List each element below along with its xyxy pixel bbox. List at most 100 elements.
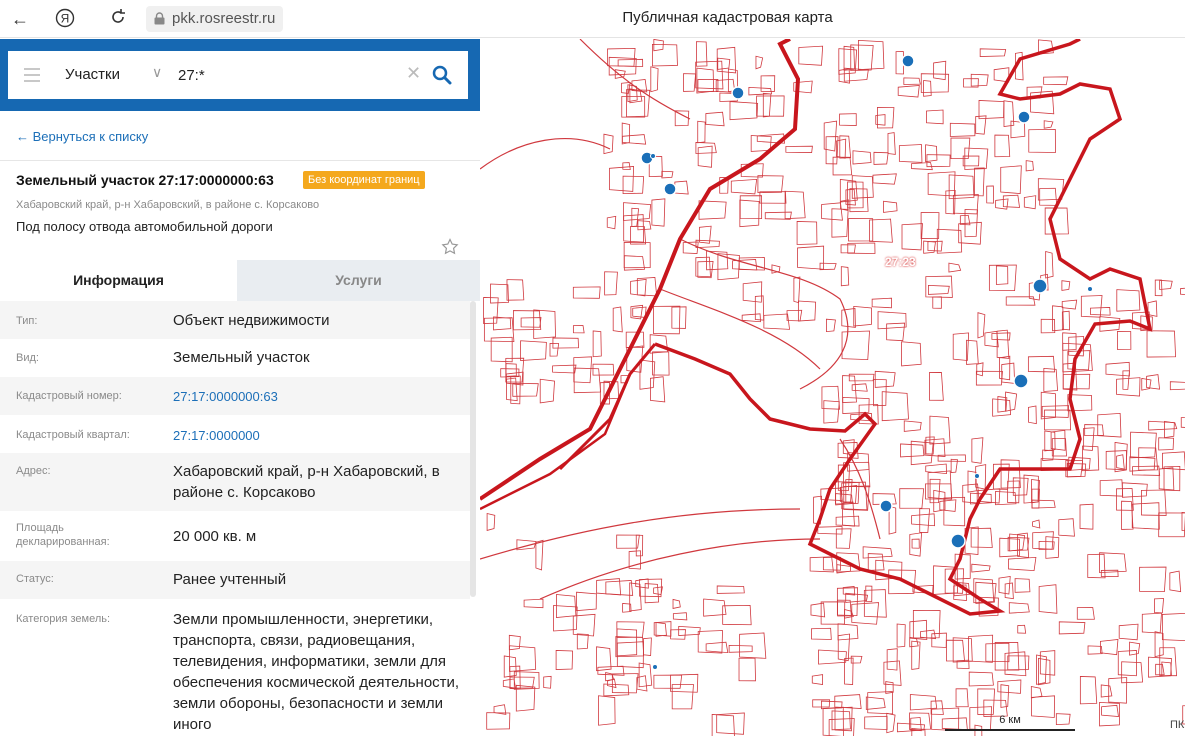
- parcel-outline[interactable]: [920, 73, 950, 93]
- parcel-outline[interactable]: [1025, 160, 1034, 172]
- parcel-outline[interactable]: [851, 602, 880, 625]
- parcel-outline[interactable]: [911, 538, 920, 549]
- parcel-outline[interactable]: [798, 45, 824, 66]
- parcel-outline[interactable]: [933, 60, 947, 81]
- map-marker[interactable]: [1087, 286, 1093, 292]
- parcel-outline[interactable]: [979, 48, 1007, 57]
- parcel-outline[interactable]: [971, 437, 984, 464]
- parcel-outline[interactable]: [672, 598, 681, 609]
- parcel-outline[interactable]: [998, 575, 1011, 595]
- parcel-outline[interactable]: [920, 629, 937, 640]
- map-canvas[interactable]: [480, 39, 1185, 736]
- parcel-outline[interactable]: [948, 262, 962, 273]
- info-scrollbar[interactable]: [470, 301, 478, 601]
- parcel-outline[interactable]: [810, 602, 826, 618]
- parcel-outline[interactable]: [716, 712, 745, 735]
- parcel-outline[interactable]: [841, 330, 870, 361]
- parcel-outline[interactable]: [553, 605, 578, 632]
- parcel-outline[interactable]: [573, 367, 602, 394]
- map-markers[interactable]: [640, 54, 1093, 670]
- parcel-outline[interactable]: [949, 122, 976, 137]
- parcel-outline[interactable]: [742, 281, 763, 303]
- parcel-outline[interactable]: [649, 376, 666, 403]
- parcel-outline[interactable]: [831, 208, 849, 238]
- parcel-outline[interactable]: [705, 641, 729, 654]
- tab-services[interactable]: Услуги: [237, 260, 480, 301]
- parcel-outline[interactable]: [1002, 194, 1021, 208]
- parcel-outline[interactable]: [1000, 165, 1022, 195]
- parcel-outline[interactable]: [1044, 409, 1072, 431]
- parcel-outline[interactable]: [932, 296, 942, 309]
- parcel-outline[interactable]: [796, 221, 818, 245]
- parcel-outline[interactable]: [539, 378, 555, 404]
- parcel-outline[interactable]: [1148, 420, 1178, 431]
- parcel-outline[interactable]: [886, 712, 896, 734]
- parcel-outline[interactable]: [506, 279, 525, 301]
- parcel-outline[interactable]: [622, 134, 647, 145]
- parcel-outline[interactable]: [820, 487, 843, 501]
- parcel-outline[interactable]: [1139, 566, 1167, 593]
- parcel-outline[interactable]: [1179, 287, 1185, 296]
- parcel-outline[interactable]: [985, 642, 1010, 663]
- parcel-outline[interactable]: [592, 330, 602, 358]
- map-marker[interactable]: [1013, 373, 1029, 389]
- parcel-outline[interactable]: [1003, 100, 1015, 127]
- parcel-outline[interactable]: [717, 57, 731, 70]
- parcel-outline[interactable]: [1028, 405, 1037, 425]
- parcel-outline[interactable]: [939, 499, 957, 512]
- parcel-outline[interactable]: [819, 262, 837, 271]
- parcel-outline[interactable]: [1100, 684, 1113, 698]
- parcel-outline[interactable]: [923, 80, 932, 97]
- parcel-outline[interactable]: [1117, 330, 1132, 350]
- menu-icon[interactable]: [24, 68, 40, 82]
- parcel-outline[interactable]: [851, 383, 868, 392]
- parcel-outline[interactable]: [1000, 684, 1010, 708]
- parcel-outline[interactable]: [759, 191, 787, 204]
- parcel-outline[interactable]: [605, 580, 634, 596]
- parcel-outline[interactable]: [533, 309, 556, 339]
- parcel-outline[interactable]: [592, 363, 615, 376]
- parcel-outline[interactable]: [716, 585, 745, 594]
- parcel-outline[interactable]: [837, 633, 851, 662]
- parcel-outline[interactable]: [502, 678, 517, 689]
- parcel-outline[interactable]: [1039, 650, 1056, 676]
- parcel-outline[interactable]: [1001, 362, 1016, 384]
- parcel-outline[interactable]: [1076, 607, 1095, 620]
- parcel-outline[interactable]: [552, 364, 577, 374]
- parcel-outline[interactable]: [955, 688, 969, 708]
- parcel-outline[interactable]: [508, 634, 521, 651]
- cadastral-number-link[interactable]: 27:17:0000000:63: [173, 386, 463, 407]
- parcel-outline[interactable]: [903, 420, 922, 432]
- parcel-outline[interactable]: [867, 553, 885, 571]
- star-icon[interactable]: [441, 238, 459, 256]
- parcel-outline[interactable]: [755, 55, 764, 70]
- parcel-outline[interactable]: [697, 145, 713, 168]
- parcel-outline[interactable]: [909, 694, 938, 711]
- parcel-outline[interactable]: [1099, 639, 1119, 656]
- parcel-outline[interactable]: [729, 101, 759, 121]
- parcel-outline[interactable]: [730, 178, 758, 195]
- parcel-outline[interactable]: [636, 675, 648, 692]
- parcel-outline[interactable]: [1005, 391, 1018, 412]
- parcel-outline[interactable]: [696, 67, 715, 94]
- parcel-outline[interactable]: [1045, 250, 1054, 279]
- parcel-outline[interactable]: [886, 648, 898, 671]
- parcel-outline[interactable]: [739, 195, 763, 220]
- parcel-outline[interactable]: [651, 43, 678, 67]
- parcel-outline[interactable]: [1005, 296, 1036, 306]
- parcel-outline[interactable]: [653, 621, 672, 637]
- parcel-outline[interactable]: [621, 122, 631, 145]
- parcel-outline[interactable]: [974, 167, 985, 197]
- parcel-outline[interactable]: [999, 355, 1011, 381]
- parcel-outline[interactable]: [1032, 531, 1054, 550]
- parcel-outline[interactable]: [911, 162, 933, 171]
- parcel-outline[interactable]: [818, 649, 847, 665]
- parcel-outline[interactable]: [962, 155, 980, 167]
- parcel-outline[interactable]: [909, 619, 928, 641]
- parcel-outline[interactable]: [877, 311, 907, 330]
- parcel-outline[interactable]: [911, 513, 936, 527]
- parcel-outline[interactable]: [651, 198, 666, 227]
- parcel-outline[interactable]: [909, 532, 923, 557]
- map-marker[interactable]: [731, 86, 745, 100]
- parcel-outline[interactable]: [1050, 429, 1066, 451]
